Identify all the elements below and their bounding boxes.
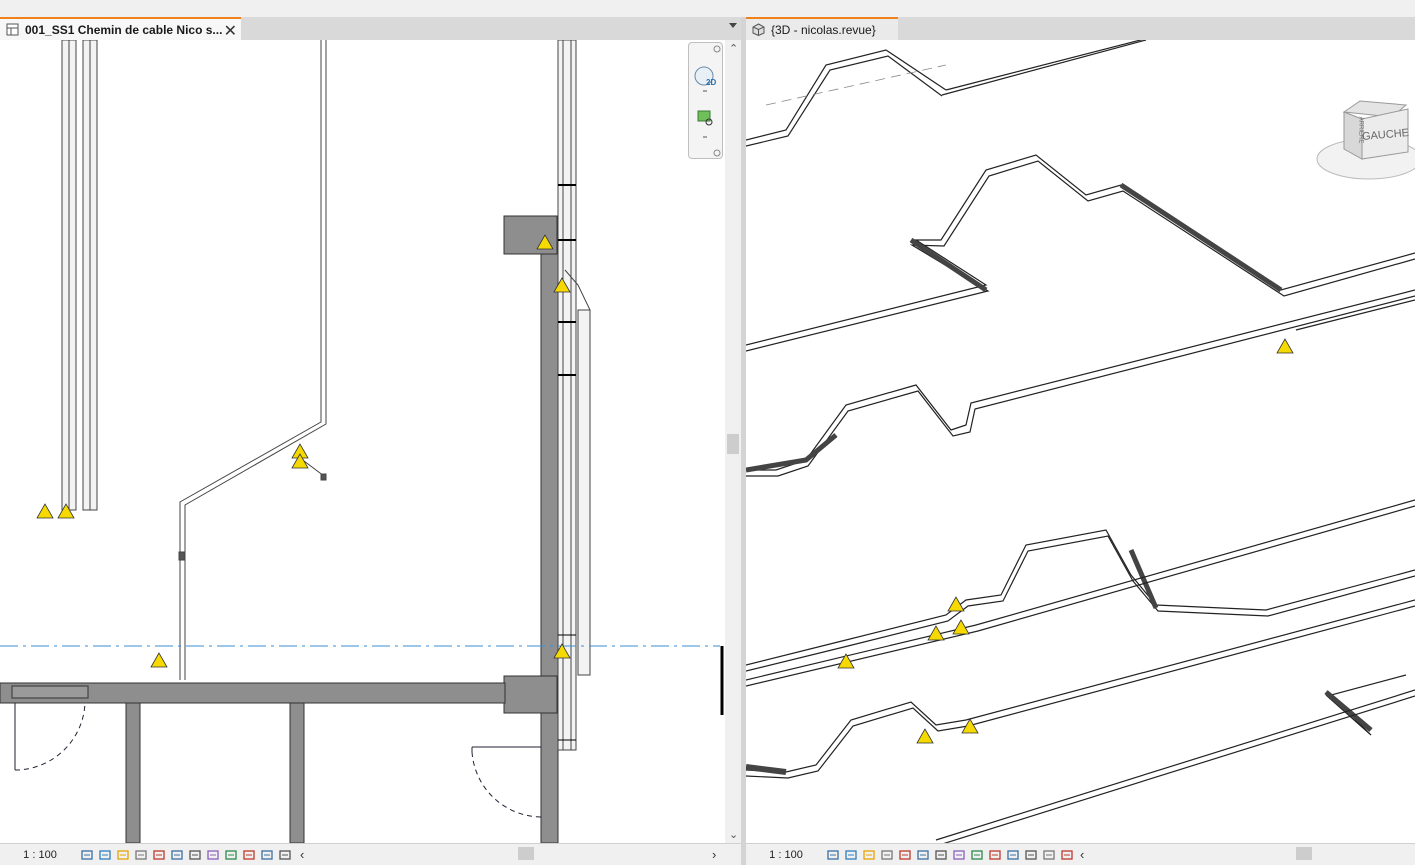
plan-view-pane[interactable]: 001_SS1 Chemin de cable Nico s... ✕ 2D ⌃…	[0, 17, 741, 865]
temporary-hide-icon[interactable]	[970, 848, 984, 862]
reveal-constraints-icon[interactable]	[278, 848, 292, 862]
vertical-scrollbar[interactable]: ⌃ ⌄	[725, 40, 741, 843]
view-control-icons	[80, 848, 292, 862]
show-crop-icon[interactable]	[934, 848, 948, 862]
cable-tray-right-vertical	[557, 40, 591, 751]
2d-wheel-label: 2D	[706, 78, 717, 87]
scroll-up-arrow-icon[interactable]: ⌃	[729, 42, 738, 55]
analytics-icon[interactable]	[1024, 848, 1038, 862]
tab-plan-view[interactable]: 001_SS1 Chemin de cable Nico s... ✕	[0, 17, 241, 40]
left-view-control-bar: 1 : 100 ‹ ›	[0, 843, 741, 865]
warning-icons-3d	[837, 338, 1294, 744]
vertical-wall	[503, 215, 559, 843]
warning-icon	[1276, 338, 1294, 354]
3d-view-icon	[752, 23, 765, 36]
cable-tray-bent	[178, 40, 327, 680]
right-view-control-bar: 1 : 100 ‹	[746, 843, 1415, 865]
sun-path-icon[interactable]	[862, 848, 876, 862]
scroll-right-arrow-icon[interactable]: ›	[712, 847, 716, 862]
view-control-icons	[826, 848, 1074, 862]
warning-icon	[36, 503, 54, 519]
floor-plan-icon	[6, 23, 19, 36]
temporary-hide-icon[interactable]	[188, 848, 202, 862]
highlight-displacement-icon[interactable]	[1042, 848, 1056, 862]
horizontal-scroll-thumb[interactable]	[518, 847, 534, 860]
sun-path-icon[interactable]	[116, 848, 130, 862]
tab-3d-view[interactable]: {3D - nicolas.revue}	[746, 17, 898, 40]
vertical-scroll-thumb[interactable]	[727, 434, 739, 454]
lock-view-icon[interactable]	[952, 848, 966, 862]
worksharing-icon[interactable]	[1006, 848, 1020, 862]
detail-level-icon[interactable]	[826, 848, 840, 862]
scroll-left-arrow-icon[interactable]: ‹	[300, 847, 304, 862]
scroll-left-arrow-icon[interactable]: ‹	[1080, 847, 1084, 862]
analytics-icon[interactable]	[242, 848, 256, 862]
crop-view-icon[interactable]	[152, 848, 166, 862]
view-scale[interactable]: 1 : 100	[0, 849, 80, 861]
tab-menu-arrow-icon[interactable]	[729, 23, 737, 28]
warning-icons	[36, 234, 571, 668]
render-icon[interactable]	[898, 848, 912, 862]
reveal-hidden-icon[interactable]	[988, 848, 1002, 862]
visual-style-icon[interactable]	[844, 848, 858, 862]
warning-icon	[150, 652, 168, 668]
reveal-hidden-icon[interactable]	[206, 848, 220, 862]
navigation-bar[interactable]: 2D	[688, 42, 723, 159]
crop-view-icon[interactable]	[916, 848, 930, 862]
scroll-down-arrow-icon[interactable]: ⌄	[729, 828, 738, 841]
close-tab-button[interactable]: ✕	[224, 21, 237, 41]
worksharing-icon[interactable]	[224, 848, 238, 862]
tab-3d-view-label: {3D - nicolas.revue}	[771, 22, 876, 37]
detail-level-icon[interactable]	[80, 848, 94, 862]
show-crop-icon[interactable]	[170, 848, 184, 862]
warning-icon	[916, 728, 934, 744]
tab-plan-view-label: 001_SS1 Chemin de cable Nico s...	[25, 22, 223, 37]
reveal-constraints-icon[interactable]	[1060, 848, 1074, 862]
view-scale[interactable]: 1 : 100	[746, 849, 826, 861]
horizontal-wall	[0, 682, 506, 843]
horizontal-scroll-thumb[interactable]	[1296, 847, 1312, 860]
cable-tray-left-vertical	[61, 40, 98, 511]
right-tab-bar: {3D - nicolas.revue}	[746, 17, 1415, 40]
highlight-displacement-icon[interactable]	[260, 848, 274, 862]
top-strip	[0, 0, 1415, 17]
visual-style-icon[interactable]	[98, 848, 112, 862]
3d-view-pane[interactable]: {3D - nicolas.revue} ARRIÈRE GAUCHE 1: …	[746, 17, 1415, 865]
shadows-icon[interactable]	[134, 848, 148, 862]
door-swings	[14, 702, 542, 818]
left-tab-bar: 001_SS1 Chemin de cable Nico s... ✕	[0, 17, 741, 40]
shadows-icon[interactable]	[880, 848, 894, 862]
plan-canvas[interactable]	[0, 40, 725, 843]
viewcube[interactable]: ARRIÈRE GAUCHE	[1314, 97, 1415, 187]
